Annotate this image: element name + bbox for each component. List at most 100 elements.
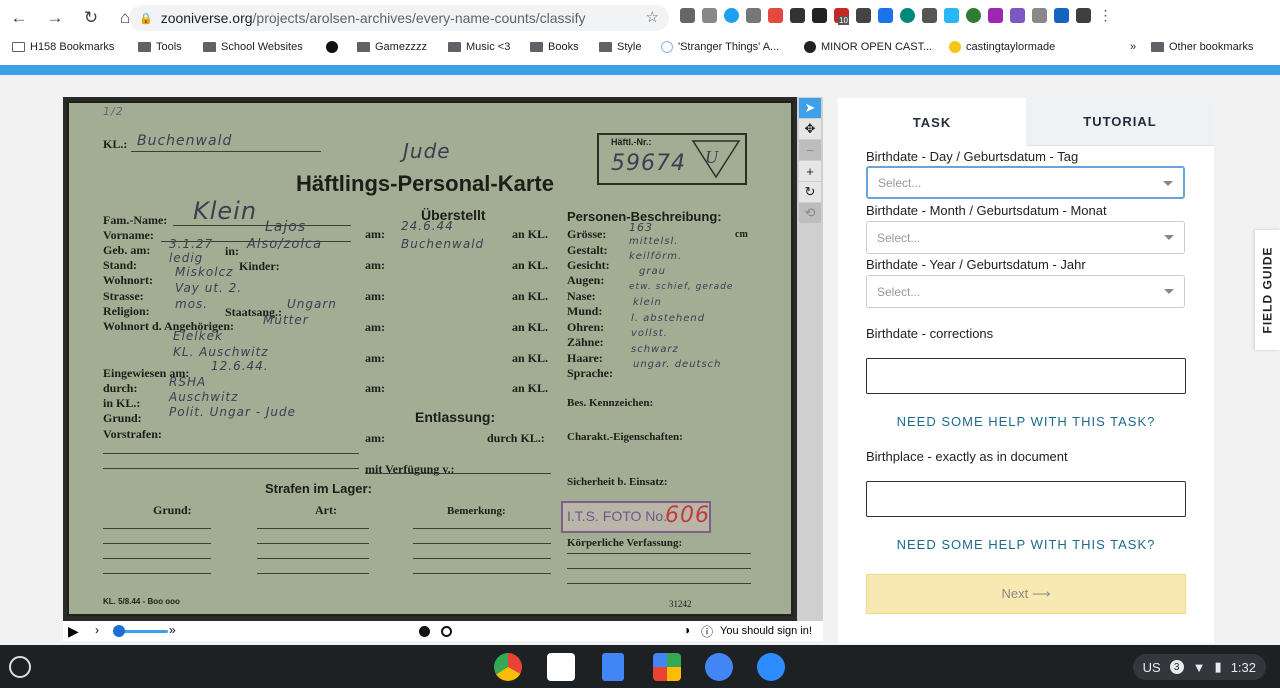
grund-value: Polit. Ungar - Jude (169, 405, 296, 419)
tab-tutorial[interactable]: TUTORIAL (1026, 98, 1214, 146)
dark-extension-icon[interactable] (790, 8, 805, 23)
badge-extension-icon[interactable]: 10 (834, 8, 849, 25)
r-extension-icon[interactable] (922, 8, 937, 23)
entlassung-heading: Entlassung: (415, 409, 496, 425)
bookmark-label: School Websites (221, 41, 303, 53)
its-stamp-number: 606 (665, 503, 710, 528)
back-icon[interactable]: ← (6, 5, 32, 31)
frame-slider[interactable] (118, 630, 168, 633)
screen-extension-icon[interactable] (746, 8, 761, 23)
birthdate-corrections-input[interactable] (866, 358, 1186, 394)
birthdate-year-select[interactable]: Select... (866, 275, 1185, 308)
address-bar[interactable]: 🔒 zooniverse.org/projects/arolsen-archiv… (129, 5, 669, 31)
bookmark-star-icon[interactable]: ☆ (646, 8, 659, 26)
contrast-icon[interactable]: ◑ (683, 623, 690, 637)
play-store-app-icon[interactable] (653, 653, 681, 681)
birthdate-day-select[interactable]: Select... (866, 166, 1185, 199)
scissors-extension-icon[interactable] (680, 8, 695, 23)
reset-view-icon[interactable]: ⟲ (799, 203, 821, 223)
pdf-extension-icon[interactable] (1010, 8, 1025, 23)
step-back-icon[interactable]: › (95, 623, 99, 637)
tw-extension-icon[interactable] (988, 8, 1003, 23)
download-extension-icon[interactable] (878, 8, 893, 23)
bookmarks-overflow-icon[interactable]: » (1130, 41, 1136, 53)
g-icon (326, 41, 338, 53)
strafen-heading: Strafen im Lager: (265, 481, 372, 496)
info-icon[interactable]: ⓘ (701, 623, 713, 640)
bookmark-label: Other bookmarks (1169, 41, 1254, 53)
launcher-icon[interactable] (9, 656, 31, 678)
bookmark-tools[interactable]: Tools (138, 41, 182, 53)
person-extension-icon[interactable] (856, 8, 871, 23)
blue-extension-icon[interactable] (724, 8, 739, 23)
pen-extension-icon[interactable] (812, 8, 827, 23)
bookmark-g[interactable] (326, 41, 338, 53)
bookmark-style[interactable]: Style (599, 41, 641, 53)
gestalt-value: mittelsl. (629, 236, 679, 247)
red-extension-icon[interactable] (768, 8, 783, 23)
zoom-out-icon[interactable]: − (799, 140, 821, 160)
reload-icon[interactable]: ↻ (78, 5, 104, 31)
chrome-app-icon[interactable] (494, 653, 522, 681)
sprache-value: ungar. deutsch (633, 359, 722, 370)
bookmark-h158[interactable]: H158 Bookmarks (12, 41, 114, 53)
grid-extension-icon[interactable] (1032, 8, 1047, 23)
wifi-icon: ▼ (1192, 659, 1206, 675)
geb-in-label: in: (225, 244, 240, 258)
folder-icon (599, 42, 612, 52)
pointer-tool-icon[interactable]: ➤ (799, 98, 821, 118)
kennzeichen-label: Bes. Kennzeichen: (567, 397, 654, 409)
am-label-2: am: (365, 258, 385, 272)
next-button[interactable]: Next ⟶ (866, 574, 1186, 614)
bookmark-other[interactable]: Other bookmarks (1151, 41, 1253, 53)
globe-extension-icon[interactable] (900, 8, 915, 23)
docs-app-icon[interactable] (602, 653, 624, 681)
menu-kebab-icon[interactable]: ⋮ (1098, 8, 1113, 23)
gesicht-label: Gesicht: (567, 258, 610, 272)
battery-icon: ▮ (1214, 659, 1222, 674)
in-kl-value: Auschwitz (169, 390, 239, 404)
bookmark-castingtaylormade[interactable]: castingtaylormade (949, 41, 1055, 53)
bookmark-stranger-things[interactable]: 'Stranger Things' A... (661, 41, 779, 53)
frame-dot-2[interactable] (441, 626, 452, 637)
keep-app-icon[interactable] (705, 653, 733, 681)
field-guide-tab[interactable]: FIELD GUIDE (1255, 230, 1280, 350)
bookmark-music[interactable]: Music <3 (448, 41, 510, 53)
help-link-1[interactable]: NEED SOME HELP WITH THIS TASK? (866, 414, 1186, 429)
subject-image: 1/2 KL.: Buchenwald Jude Häftlings-Perso… (67, 101, 793, 616)
subject-viewer[interactable]: 1/2 KL.: Buchenwald Jude Häftlings-Perso… (63, 97, 823, 621)
status-tray[interactable]: US 3 ▼ ▮ 1:32 (1132, 654, 1266, 680)
puzzle-extensions-icon[interactable] (1076, 8, 1091, 23)
chevron-down-icon (1164, 235, 1174, 240)
cloud-extension-icon[interactable] (944, 8, 959, 23)
kinder-label: Kinder: (239, 259, 280, 273)
birthplace-input[interactable] (866, 481, 1186, 517)
move-tool-icon[interactable]: ✥ (799, 119, 821, 139)
zoom-app-icon[interactable] (757, 653, 785, 681)
frame-dot-1[interactable] (419, 626, 430, 637)
gmail-app-icon[interactable] (547, 653, 575, 681)
play-icon[interactable]: ▶ (68, 623, 79, 640)
bookmark-books[interactable]: Books (530, 41, 579, 53)
copy-extension-icon[interactable] (702, 8, 717, 23)
fam-name-value: Klein (193, 197, 258, 225)
groesse-label: Grösse: (567, 227, 607, 241)
stand-value: ledig (169, 251, 204, 265)
shield-extension-icon[interactable] (1054, 8, 1069, 23)
birthdate-month-select[interactable]: Select... (866, 221, 1185, 254)
forward-icon[interactable]: → (42, 5, 68, 31)
zoom-in-icon[interactable]: + (799, 161, 821, 181)
bookmark-school-websites[interactable]: School Websites (203, 41, 303, 53)
bookmark-label: Tools (156, 41, 182, 53)
rotate-icon[interactable]: ↻ (799, 182, 821, 202)
lp-extension-icon[interactable] (966, 8, 981, 23)
its-stamp-text: I.T.S. FOTO No. (567, 508, 668, 524)
frame-slider-handle[interactable] (113, 625, 125, 637)
bookmark-gamezzzz[interactable]: Gamezzzz (357, 41, 427, 53)
step-forward-icon[interactable]: » (169, 623, 176, 637)
bookmark-minor-open-cast[interactable]: MINOR OPEN CAST... (804, 41, 932, 53)
locale-indicator: US (1142, 659, 1161, 675)
help-link-2[interactable]: NEED SOME HELP WITH THIS TASK? (866, 537, 1186, 552)
haftl-number-box: Häftl.-Nr.: 59674 U (597, 133, 747, 185)
tab-task[interactable]: TASK (838, 98, 1026, 146)
